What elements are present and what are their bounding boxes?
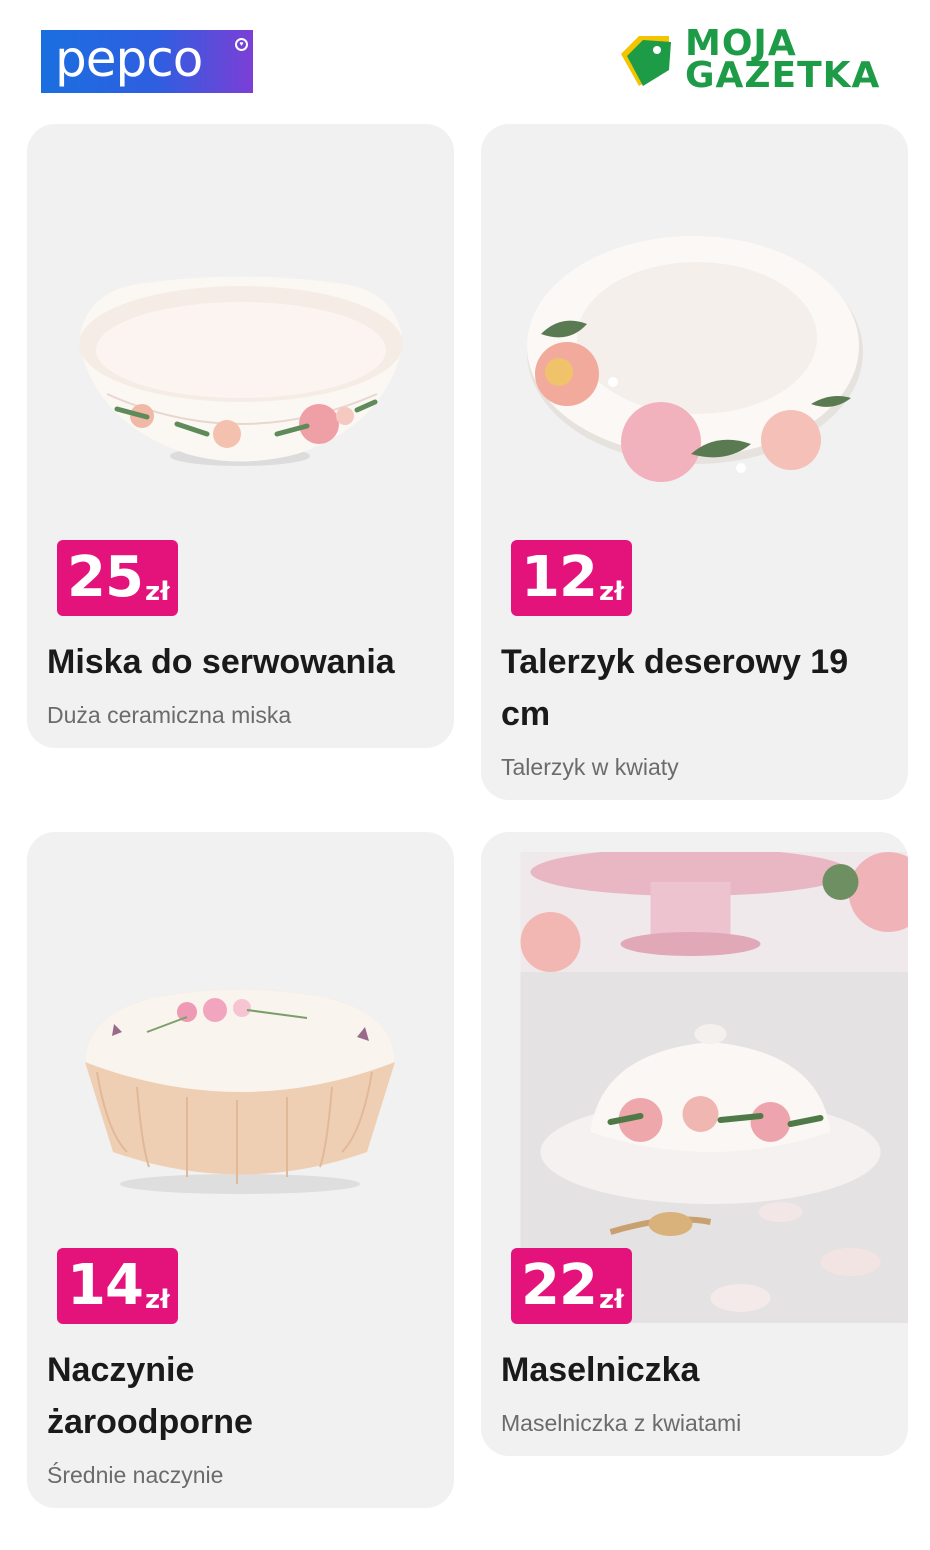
pepco-logo[interactable]: pepco ♥ [41, 30, 253, 93]
product-title[interactable]: Talerzyk deserowy 19 cm [501, 636, 891, 740]
price-value: 14 [67, 1253, 144, 1318]
price-badge: 25 zł [57, 540, 178, 616]
price-currency: zł [144, 577, 170, 607]
moja-logo-line2: GAZETKA [685, 55, 881, 96]
product-card[interactable]: 25 zł Miska do serwowania Duża ceramiczn… [27, 124, 454, 748]
price-badge: 14 zł [57, 1248, 178, 1324]
price-value: 12 [521, 545, 598, 610]
product-image-serving-bowl [79, 276, 403, 466]
moja-gazetka-text: MOJA GAZETKA [685, 26, 881, 96]
product-title[interactable]: Naczynie żaroodporne [47, 1344, 347, 1448]
product-subtitle: Duża ceramiczna miska [47, 702, 292, 728]
product-image-baking-dish [85, 989, 395, 1194]
product-card[interactable]: 12 zł Talerzyk deserowy 19 cm Talerzyk w… [481, 124, 908, 800]
product-card[interactable]: 22 zł Maselniczka Maselniczka z kwiatami [481, 832, 908, 1456]
price-value: 25 [67, 545, 144, 610]
price-currency: zł [598, 1285, 624, 1315]
product-card[interactable]: 14 zł Naczynie żaroodporne Średnie naczy… [27, 832, 454, 1508]
product-title[interactable]: Maselniczka [501, 1344, 891, 1396]
moja-gazetka-logo[interactable]: MOJA GAZETKA [617, 26, 892, 96]
product-subtitle: Maselniczka z kwiatami [501, 1410, 742, 1436]
header: pepco ♥ MOJA GAZETKA [0, 0, 930, 110]
product-title[interactable]: Miska do serwowania [47, 636, 437, 688]
price-currency: zł [144, 1285, 170, 1315]
product-image-dessert-plate [527, 236, 863, 482]
heart-icon: ♥ [235, 38, 248, 51]
product-subtitle: Talerzyk w kwiaty [501, 754, 679, 780]
price-badge: 12 zł [511, 540, 632, 616]
product-subtitle: Średnie naczynie [47, 1462, 224, 1488]
pepco-logo-text: pepco [55, 29, 203, 88]
price-value: 22 [521, 1253, 598, 1318]
price-badge: 22 zł [511, 1248, 632, 1324]
price-currency: zł [598, 577, 624, 607]
price-tag-icon [621, 36, 671, 86]
